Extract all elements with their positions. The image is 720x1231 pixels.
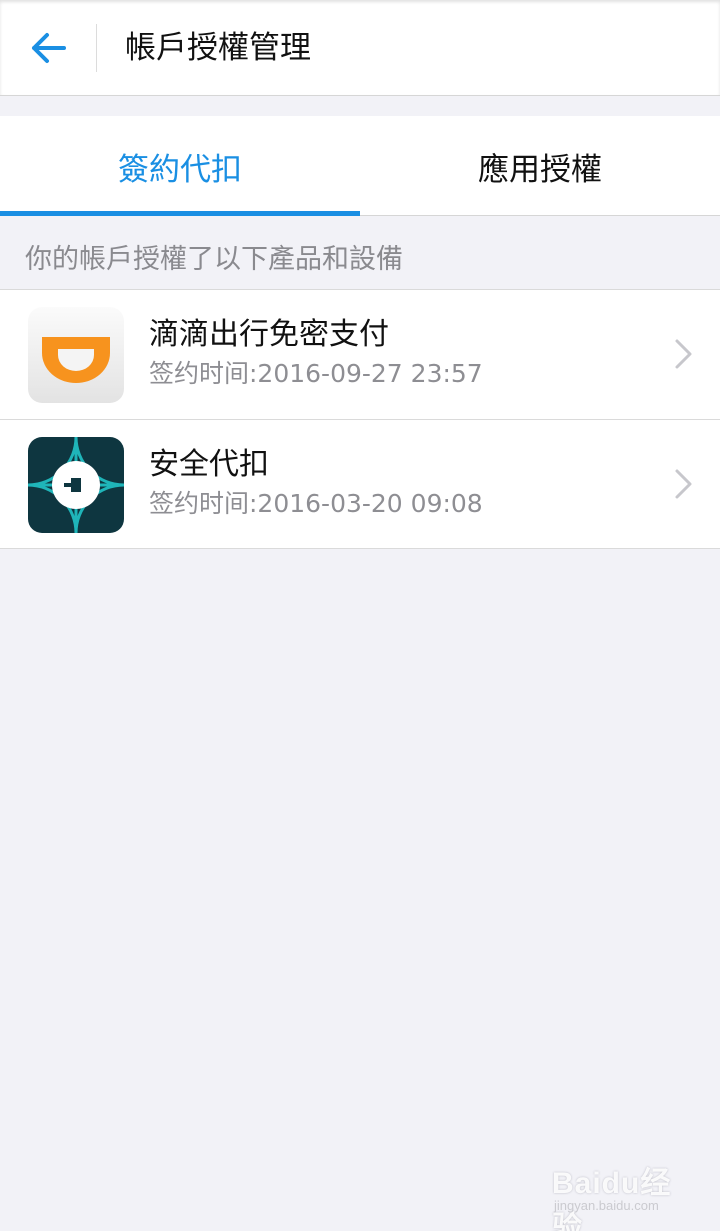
arrow-left-icon xyxy=(32,33,66,63)
item-title: 滴滴出行免密支付 xyxy=(149,317,389,352)
uber-logo-icon xyxy=(28,437,124,533)
tab-signed-debit[interactable]: 簽約代扣 xyxy=(0,116,360,216)
header-divider xyxy=(96,24,97,72)
list-item-didi[interactable]: 滴滴出行免密支付 签约时间:2016-09-27 23:57 xyxy=(0,290,720,419)
page-title: 帳戶授權管理 xyxy=(125,30,311,66)
tab-bar: 簽約代扣 應用授權 xyxy=(0,116,720,216)
item-sign-time: 签约时间:2016-09-27 23:57 xyxy=(149,359,483,388)
baidu-jingyan-watermark: Baidu经验 jingyan.baidu.com xyxy=(552,1152,702,1231)
chevron-right-icon xyxy=(675,469,692,499)
list-item-uber[interactable]: 安全代扣 签约时间:2016-03-20 09:08 xyxy=(0,419,720,548)
item-sign-time: 签约时间:2016-03-20 09:08 xyxy=(149,489,483,518)
didi-logo-icon xyxy=(28,307,124,403)
back-button[interactable] xyxy=(20,22,78,74)
tab-app-authorization[interactable]: 應用授權 xyxy=(360,116,720,216)
tab-label: 簽約代扣 xyxy=(118,151,242,188)
top-bar: 帳戶授權管理 xyxy=(0,0,720,96)
chevron-right-icon xyxy=(675,339,692,369)
tab-label: 應用授權 xyxy=(478,151,602,188)
active-tab-indicator xyxy=(0,211,360,216)
authorization-list: 滴滴出行免密支付 签约时间:2016-09-27 23:57 安全代扣 签约时间… xyxy=(0,289,720,549)
watermark-brand: Baidu经验 xyxy=(552,1167,672,1231)
watermark-url: jingyan.baidu.com xyxy=(554,1198,659,1213)
item-title: 安全代扣 xyxy=(149,447,269,482)
section-header: 你的帳戶授權了以下產品和設備 xyxy=(25,244,403,275)
